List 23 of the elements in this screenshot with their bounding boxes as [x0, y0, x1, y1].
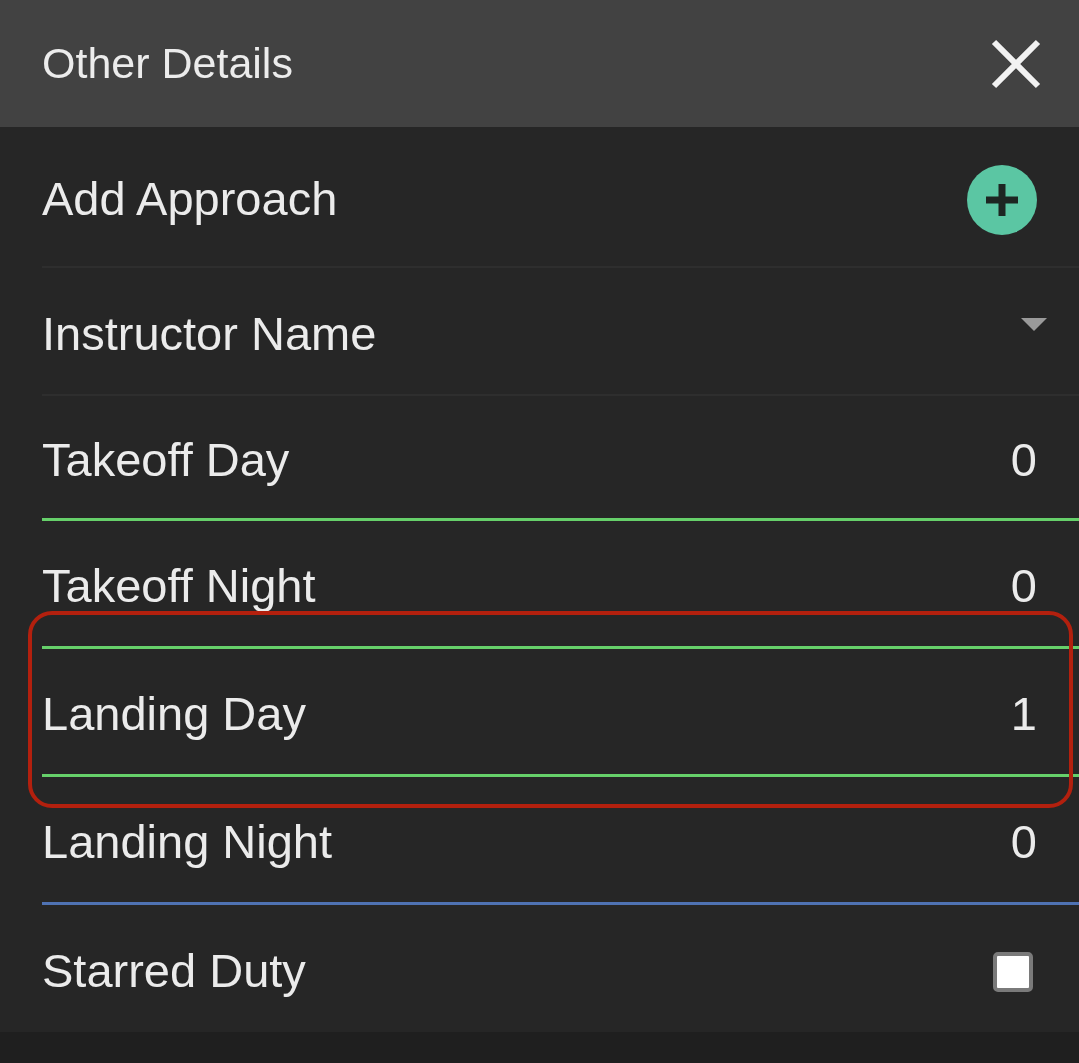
number-field[interactable]: Takeoff Day 0 [42, 396, 1079, 521]
number-field[interactable]: Landing Night 0 [42, 777, 1079, 905]
checkbox[interactable] [993, 951, 1033, 992]
plus-circle-icon [967, 164, 1037, 235]
field-label: Takeoff Night [42, 558, 316, 615]
field-label: Takeoff Day [42, 431, 290, 488]
add-button[interactable] [967, 164, 1037, 235]
field-label: Landing Day [42, 686, 306, 743]
close-icon [991, 38, 1041, 89]
field-value: 1 [1010, 686, 1037, 743]
close-button[interactable] [991, 38, 1041, 89]
caret-icon [1021, 317, 1047, 331]
number-field[interactable]: Takeoff Night 0 [42, 521, 1079, 649]
dropdown-field[interactable]: Instructor Name [42, 268, 1079, 396]
number-field[interactable]: Landing Day 1 [42, 649, 1079, 777]
row-label: Add Approach [42, 171, 338, 228]
field-value: 0 [1010, 431, 1037, 488]
field-label: Landing Night [42, 814, 333, 871]
field-value: 0 [1010, 814, 1037, 871]
dialog-title: Other Details [42, 37, 293, 89]
row-label: Starred Duty [42, 943, 306, 1000]
field-value: 0 [1010, 558, 1037, 615]
field-label: Instructor Name [42, 305, 377, 362]
